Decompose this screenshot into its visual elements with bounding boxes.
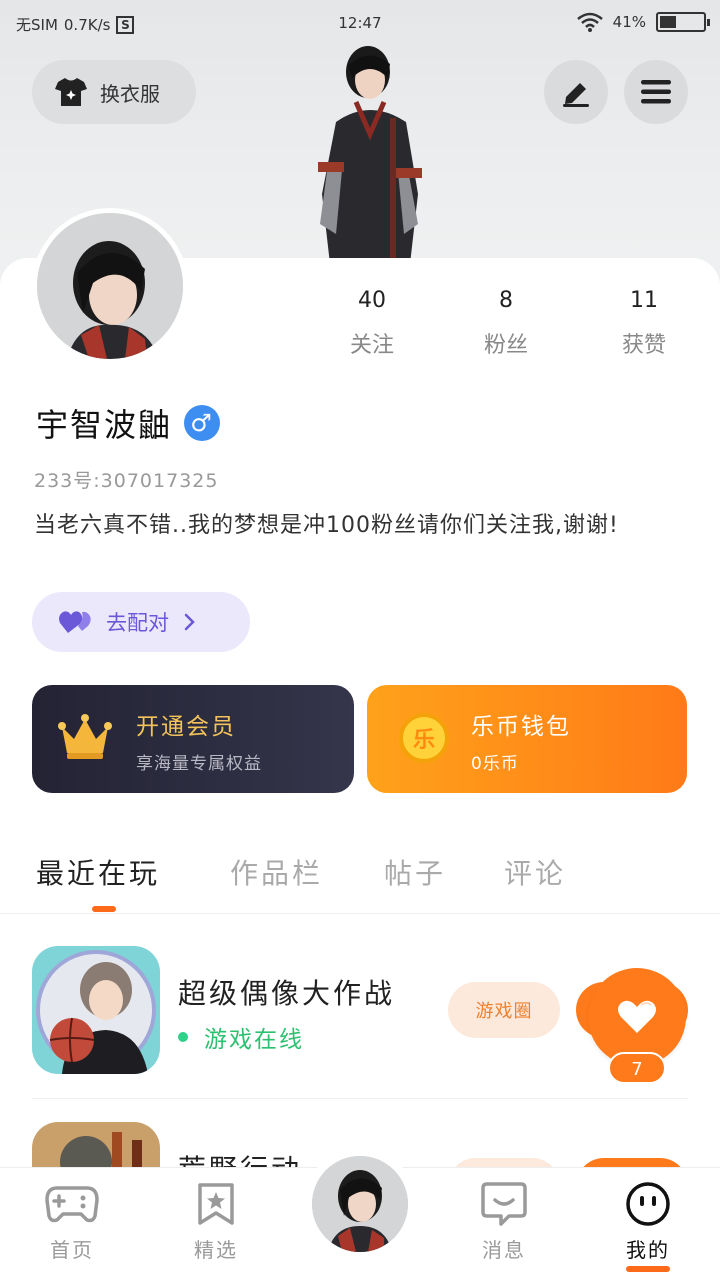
heart-icon [618, 1000, 656, 1033]
crown-icon [58, 714, 112, 759]
chat-bubble-icon [481, 1182, 527, 1226]
nav-messages[interactable]: 消息 [454, 1182, 554, 1263]
wallet-title: 乐币钱包 [471, 714, 571, 740]
likes-received-label: 获赞 [621, 333, 666, 358]
fans-count: 8 [499, 288, 513, 313]
online-dot-icon [178, 1032, 188, 1042]
like-count-badge: 7 [608, 1052, 666, 1084]
status-bar: 无SIM 0.7K/s S 12:47 41% [0, 0, 720, 48]
nav-active-indicator [626, 1266, 670, 1272]
hamburger-menu-icon [641, 80, 671, 104]
go-pair-label: 去配对 [106, 611, 169, 635]
change-outfit-button[interactable]: 换衣服 [32, 60, 196, 124]
change-outfit-label: 换衣服 [100, 81, 160, 106]
game-status-text: 游戏在线 [204, 1027, 304, 1053]
game-circle-button[interactable]: 游戏圈 [448, 982, 560, 1038]
profile-tabs: 最近在玩 作品栏 帖子 评论 [0, 840, 720, 914]
user-id[interactable]: 233号:307017325 [34, 466, 218, 493]
stat-fans[interactable]: 8 粉丝 [446, 288, 566, 359]
double-heart-icon [59, 611, 91, 633]
go-pair-button[interactable]: 去配对 [32, 592, 250, 652]
nav-center-avatar-button[interactable] [304, 1148, 416, 1260]
game-icon [32, 946, 160, 1074]
nav-featured-label: 精选 [194, 1238, 238, 1262]
avatar-portrait-icon [37, 213, 183, 359]
wallet-balance: 0乐币 [471, 754, 519, 774]
gamepad-icon [45, 1186, 99, 1223]
nav-mine[interactable]: 我的 [598, 1182, 698, 1272]
male-gender-icon: ♂ [184, 405, 221, 441]
menu-button[interactable] [624, 60, 688, 124]
vip-title: 开通会员 [136, 714, 236, 740]
pencil-icon [563, 83, 589, 107]
nav-home-label: 首页 [50, 1238, 94, 1262]
game-name: 超级偶像大作战 [178, 977, 396, 1010]
tab-comments[interactable]: 评论 [504, 852, 566, 892]
username-row: 宇智波鼬 ♂ [36, 400, 221, 446]
tshirt-icon [55, 78, 87, 106]
star-bookmark-icon [198, 1183, 234, 1225]
fans-label: 粉丝 [483, 333, 528, 358]
stat-following[interactable]: 40 关注 [312, 288, 432, 359]
battery-icon [656, 12, 710, 32]
coin-icon: 乐 [399, 713, 449, 763]
following-count: 40 [358, 288, 386, 313]
vip-membership-card[interactable]: 开通会员 享海量专属权益 [32, 685, 354, 793]
likes-received-count: 11 [630, 288, 658, 313]
tab-recently-played[interactable]: 最近在玩 [36, 852, 160, 892]
following-label: 关注 [349, 333, 394, 358]
tab-works[interactable]: 作品栏 [230, 852, 323, 892]
vip-subtitle: 享海量专属权益 [136, 754, 262, 774]
nav-mine-label: 我的 [626, 1238, 670, 1262]
active-tab-indicator [92, 906, 116, 912]
username: 宇智波鼬 [36, 406, 173, 444]
nav-messages-label: 消息 [482, 1238, 526, 1262]
wifi-icon [576, 12, 603, 32]
face-icon [626, 1182, 670, 1226]
like-float-button[interactable]: 7 [588, 968, 688, 1084]
nav-featured[interactable]: 精选 [166, 1182, 266, 1263]
coin-wallet-card[interactable]: 乐 乐币钱包 0乐币 [367, 685, 687, 793]
battery-percent: 41% [612, 13, 646, 31]
nav-home[interactable]: 首页 [22, 1182, 122, 1263]
avatar-portrait-icon [312, 1156, 408, 1252]
user-bio: 当老六真不错..我的梦想是冲100粉丝请你们关注我,谢谢! [34, 513, 619, 538]
chevron-right-icon [184, 613, 195, 631]
edit-profile-button[interactable] [544, 60, 608, 124]
profile-avatar[interactable] [32, 208, 188, 364]
list-divider [32, 1098, 688, 1099]
stat-likes[interactable]: 11 获赞 [584, 288, 704, 359]
game-online-status: 游戏在线 [178, 1020, 304, 1054]
tab-posts[interactable]: 帖子 [384, 852, 446, 892]
avatar-character-figure[interactable] [300, 44, 440, 264]
